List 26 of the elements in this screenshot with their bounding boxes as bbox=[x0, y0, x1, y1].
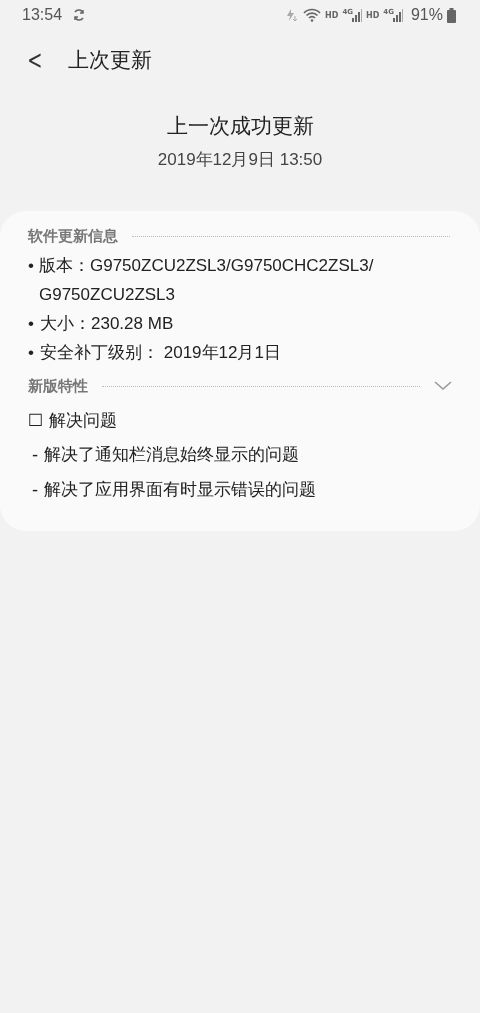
hd-label: HD bbox=[325, 10, 339, 20]
page-title: 上次更新 bbox=[67, 47, 152, 74]
bullet: • bbox=[28, 342, 35, 364]
signal-icon bbox=[392, 8, 403, 22]
battery-icon bbox=[447, 7, 456, 23]
wifi-icon bbox=[303, 8, 322, 22]
clock: 13:54 bbox=[22, 6, 63, 24]
update-date: 2019年12月9日 13:50 bbox=[156, 149, 324, 171]
back-button[interactable]: < bbox=[23, 45, 47, 75]
chevron-down-icon[interactable] bbox=[434, 381, 452, 391]
feature-item: - 解决了通知栏消息始终显示的问题 bbox=[31, 443, 300, 466]
feature-item: - 解决了应用界面有时显示错误的问题 bbox=[31, 478, 317, 501]
signal-icon bbox=[352, 8, 362, 22]
section-title: 新版特性 bbox=[28, 376, 88, 396]
battery-level: 91% bbox=[410, 6, 443, 24]
info-text: 版本：G9750ZCU2ZSL3/G9750CHC2ZSL3/ G9750ZCU2ZSL3 bbox=[38, 255, 375, 306]
hd-label: HD bbox=[366, 10, 380, 20]
section-title: 软件更新信息 bbox=[28, 226, 118, 246]
feature-heading: ☐ 解决问题 bbox=[28, 409, 118, 432]
charging-icon bbox=[285, 8, 300, 22]
info-text: 安全补丁级别： 2019年12月1日 bbox=[40, 342, 281, 364]
bullet: • bbox=[28, 255, 35, 277]
bullet: • bbox=[28, 313, 35, 335]
update-heading: 上一次成功更新 bbox=[165, 113, 315, 140]
sync-icon bbox=[72, 8, 87, 22]
info-text: 大小：230.28 MB bbox=[40, 313, 174, 335]
